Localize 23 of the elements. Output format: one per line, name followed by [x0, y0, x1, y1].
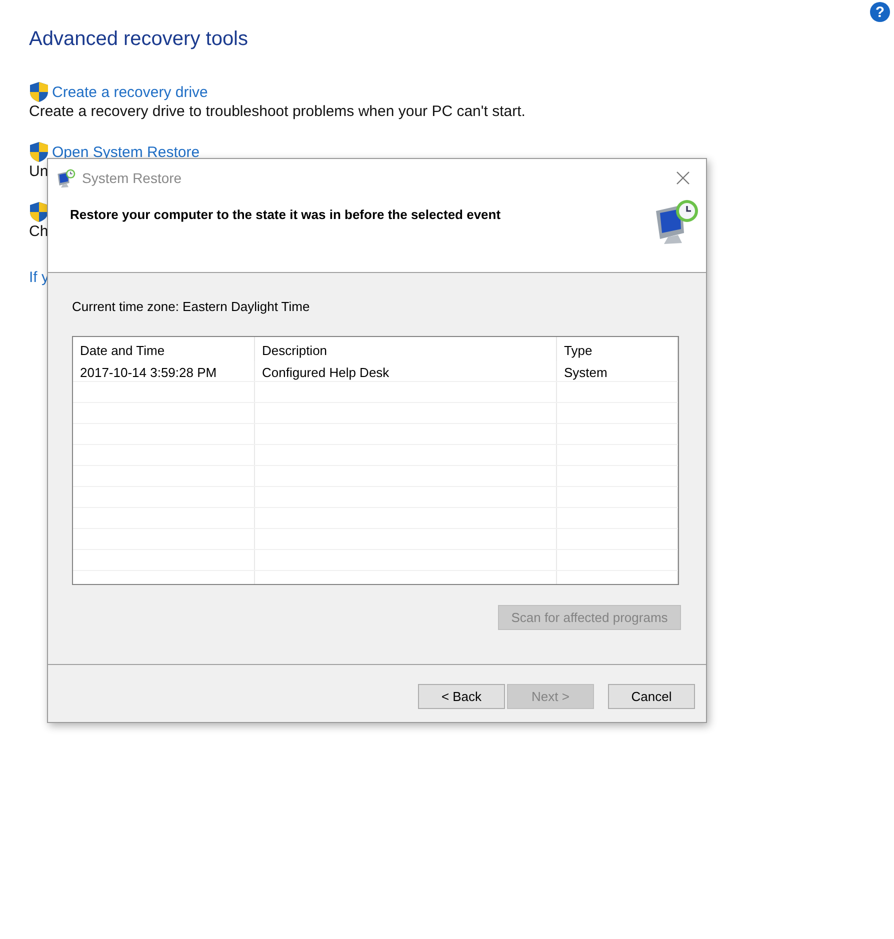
- shield-icon: [29, 201, 49, 223]
- timezone-label: Current time zone: Eastern Daylight Time: [72, 299, 311, 314]
- dialog-title: System Restore: [82, 170, 183, 186]
- table-cell: Configured Help Desk: [255, 361, 557, 381]
- tool-description: Ch: [29, 223, 48, 241]
- dialog-heading: Restore your computer to the state it was in before the selected event: [70, 207, 501, 224]
- restore-icon: [56, 168, 76, 188]
- column-header[interactable]: Date and Time: [73, 337, 255, 361]
- wizard-button[interactable]: Cancel: [608, 684, 695, 709]
- tool-link[interactable]: Create a recovery drive: [52, 84, 208, 100]
- help-icon[interactable]: ?: [870, 2, 890, 22]
- shield-icon: [29, 141, 49, 163]
- tool-link[interactable]: Open System Restore: [52, 144, 200, 160]
- tool-description: Create a recovery drive to troubleshoot problems when your PC can't start.: [29, 103, 526, 121]
- table-cell: System: [557, 361, 678, 381]
- tool-description: Un: [29, 163, 48, 181]
- column-header[interactable]: Type: [557, 337, 678, 361]
- wizard-button[interactable]: < Back: [418, 684, 505, 709]
- column-header[interactable]: Description: [255, 337, 557, 361]
- shield-icon: [29, 81, 49, 103]
- table-cell: 2017-10-14 3:59:28 PM: [73, 361, 255, 381]
- page-title: Advanced recovery tools: [29, 28, 250, 51]
- close-icon: [676, 171, 690, 185]
